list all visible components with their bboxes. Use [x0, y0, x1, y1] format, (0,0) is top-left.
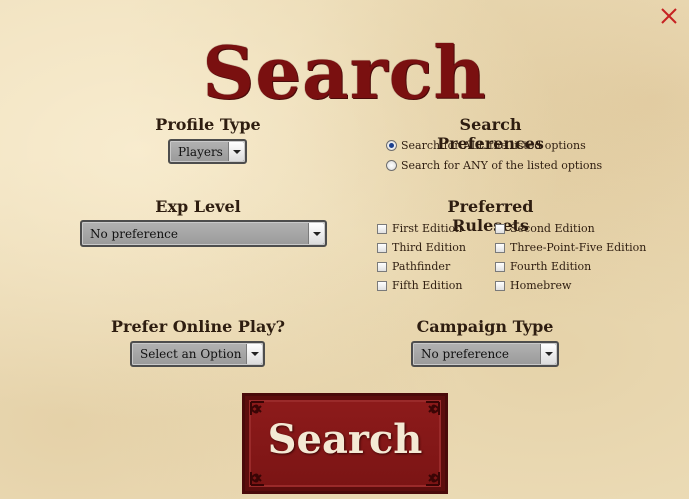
close-button[interactable]	[659, 6, 679, 26]
online-play-label: Prefer Online Play?	[111, 317, 285, 336]
chevron-down-icon	[308, 223, 324, 244]
ruleset-label: Third Edition	[392, 241, 466, 254]
chevron-down-icon	[246, 344, 262, 364]
campaign-type-value: No preference	[421, 347, 509, 361]
search-any-radio[interactable]: Search for ANY of the listed options	[386, 159, 602, 172]
ruleset-first-edition[interactable]: First Edition	[377, 222, 462, 235]
page-title: Search	[202, 30, 487, 115]
search-any-label: Search for ANY of the listed options	[401, 159, 603, 172]
ruleset-label: Fourth Edition	[510, 260, 592, 273]
ruleset-second-edition[interactable]: Second Edition	[495, 222, 595, 235]
search-button[interactable]: Search	[242, 393, 448, 494]
ruleset-label: Homebrew	[510, 279, 572, 292]
checkbox-icon	[377, 261, 387, 272]
exp-level-value: No preference	[90, 226, 178, 241]
search-button-label: Search	[267, 416, 423, 463]
checkbox-icon	[377, 280, 387, 291]
checkbox-icon	[377, 223, 387, 234]
profile-type-label: Profile Type	[155, 115, 261, 134]
ruleset-pathfinder[interactable]: Pathfinder	[377, 260, 450, 273]
ruleset-label: Fifth Edition	[392, 279, 463, 292]
search-all-radio[interactable]: Search for ALL the listed options	[386, 139, 586, 152]
exp-level-label: Exp Level	[155, 197, 241, 216]
online-play-value: Select an Option	[140, 347, 242, 361]
ruleset-label: First Edition	[392, 222, 463, 235]
search-all-label: Search for ALL the listed options	[401, 139, 586, 152]
profile-type-value: Players	[178, 144, 223, 159]
checkbox-icon	[495, 280, 505, 291]
celtic-knot-icon	[248, 462, 274, 488]
ruleset-label: Three-Point-Five Edition	[510, 241, 647, 254]
ruleset-homebrew[interactable]: Homebrew	[495, 279, 571, 292]
checkbox-icon	[495, 223, 505, 234]
ruleset-label: Pathfinder	[392, 260, 451, 273]
campaign-type-select[interactable]: No preference	[411, 341, 559, 367]
ruleset-fifth-edition[interactable]: Fifth Edition	[377, 279, 462, 292]
close-icon	[661, 8, 677, 24]
ruleset-third-edition[interactable]: Third Edition	[377, 241, 466, 254]
online-play-select[interactable]: Select an Option	[130, 341, 265, 367]
radio-checked-icon	[386, 140, 397, 151]
celtic-knot-icon	[416, 462, 442, 488]
ruleset-label: Second Edition	[510, 222, 595, 235]
radio-unchecked-icon	[386, 160, 397, 171]
checkbox-icon	[377, 242, 387, 253]
campaign-type-label: Campaign Type	[416, 317, 554, 336]
chevron-down-icon	[228, 142, 244, 161]
checkbox-icon	[495, 242, 505, 253]
ruleset-three-point-five-edition[interactable]: Three-Point-Five Edition	[495, 241, 646, 254]
chevron-down-icon	[540, 344, 556, 364]
profile-type-select[interactable]: Players	[168, 139, 247, 164]
ruleset-fourth-edition[interactable]: Fourth Edition	[495, 260, 591, 273]
exp-level-select[interactable]: No preference	[80, 220, 327, 247]
checkbox-icon	[495, 261, 505, 272]
